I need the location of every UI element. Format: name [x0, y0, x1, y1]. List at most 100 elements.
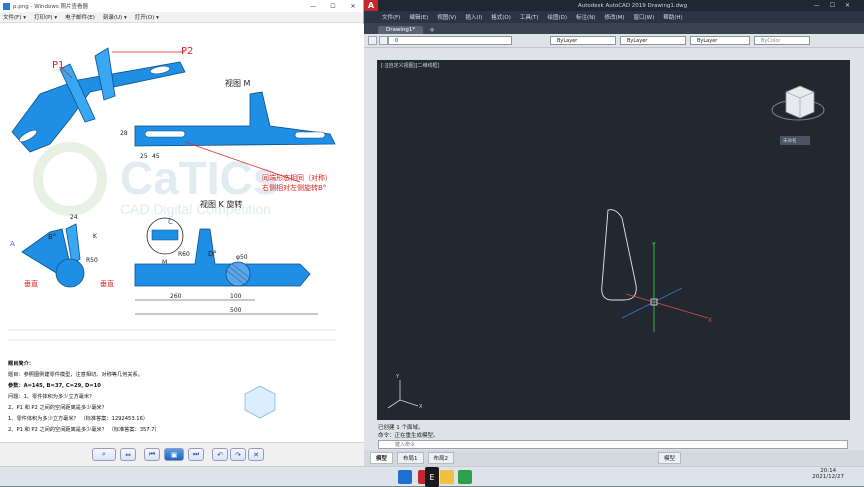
- viewcube[interactable]: [771, 85, 825, 121]
- label-p1: P1: [52, 60, 64, 71]
- slideshow-icon: ▣: [170, 450, 178, 459]
- photo-viewer-window: p.png - Windows 照片查看器 — ☐ ✕ 文件(F) ▾ 打印(P…: [0, 0, 364, 466]
- dim-45: 45: [152, 153, 160, 160]
- layer-value: 0: [395, 37, 399, 44]
- label-view-m: 视图 M: [225, 78, 251, 88]
- zoom-button[interactable]: ⌕: [92, 448, 116, 461]
- previous-button[interactable]: ⏮: [144, 448, 160, 461]
- start-button[interactable]: [398, 470, 412, 484]
- profile-shape: [601, 209, 637, 301]
- acad-menu-view[interactable]: 视图(V): [437, 13, 456, 21]
- acad-titlebar[interactable]: A Autodesk AutoCAD 2019 Drawing1.dwg —☐✕: [364, 0, 864, 11]
- autocad-logo-icon[interactable]: A: [364, 0, 378, 11]
- lineweight-value: ByLayer: [697, 37, 718, 44]
- next-icon: ⏭: [192, 450, 200, 458]
- acad-doc-tabs: Drawing1* +: [364, 23, 864, 34]
- dim-b: B°: [48, 233, 56, 241]
- clock-date: 2021/12/27: [812, 474, 844, 480]
- clock[interactable]: 20:14 2021/12/27: [812, 468, 844, 480]
- delete-button[interactable]: ✕: [248, 448, 264, 461]
- tab-drawing1[interactable]: Drawing1*: [378, 26, 424, 34]
- viewer-toolbar: ⌕ ⇔ ⏮ ▣ ⏭ ↶ ↷ ✕: [0, 442, 364, 466]
- info-params: 参数：A=145, B=37, C=29, D=10: [8, 383, 101, 389]
- label-vertical-2: 垂直: [100, 279, 114, 288]
- cmd-history-2: 命令：正在重生成模型。: [378, 433, 439, 439]
- modify-toolbar: [850, 60, 864, 420]
- acad-menubar: 文件(F) 编辑(E) 视图(V) 插入(I) 格式(O) 工具(T) 绘图(D…: [364, 11, 864, 23]
- dim-m: M: [162, 259, 167, 266]
- acad-menu-tools[interactable]: 工具(T): [520, 13, 539, 21]
- status-model[interactable]: 模型: [658, 452, 682, 464]
- acad-toolbar-properties: 0 ByLayer ByLayer ByLayer ByColor: [364, 34, 864, 47]
- close-button[interactable]: ✕: [343, 0, 363, 12]
- acad-menu-modify[interactable]: 修改(M): [604, 13, 624, 21]
- menu-open[interactable]: 打开(O) ▾: [135, 13, 159, 21]
- draw-toolbar: [364, 60, 377, 420]
- acad-menu-format[interactable]: 格式(O): [491, 13, 511, 21]
- rotate-right-button[interactable]: ↷: [230, 448, 246, 461]
- image-canvas: CaTICs CAD Digital Competition P1 P2 视图 …: [0, 24, 364, 442]
- menu-print[interactable]: 打印(P) ▾: [34, 13, 57, 21]
- new-tab-button[interactable]: +: [425, 26, 439, 34]
- minimize-button[interactable]: —: [303, 0, 323, 12]
- menu-email[interactable]: 电子邮件(E): [65, 13, 95, 21]
- acad-menu-help[interactable]: 帮助(H): [663, 13, 682, 21]
- acad-menu-insert[interactable]: 插入(I): [465, 13, 482, 21]
- info-intro: 题目简介：: [8, 361, 34, 367]
- watermark-subtext: CAD Digital Competition: [120, 201, 271, 217]
- lineweight-combo[interactable]: ByLayer: [690, 36, 750, 45]
- linetype-combo[interactable]: ByLayer: [620, 36, 686, 45]
- label-view-k: 视图 K 旋转: [200, 199, 242, 209]
- dim-phi50: φ50: [236, 254, 248, 261]
- ime-indicator[interactable]: E: [425, 467, 439, 487]
- acad-window-controls[interactable]: —☐✕: [814, 2, 860, 9]
- color-combo[interactable]: ByLayer: [550, 36, 616, 45]
- layer-properties-icon[interactable]: [368, 36, 377, 45]
- label-vertical-1: 垂直: [24, 279, 38, 288]
- viewport-label[interactable]: [-][自定义视图][二维线框]: [381, 62, 440, 69]
- acad-menu-draw[interactable]: 绘图(D): [548, 13, 568, 21]
- slideshow-button[interactable]: ▣: [164, 448, 184, 461]
- dim-28: 28: [120, 130, 128, 137]
- viewcube-label: 未命名: [783, 137, 797, 144]
- acad-menu-dimension[interactable]: 标注(N): [576, 13, 595, 21]
- command-placeholder: 键入命令: [395, 442, 416, 448]
- command-input[interactable]: 键入命令: [378, 440, 848, 449]
- rotate-left-button[interactable]: ↶: [212, 448, 228, 461]
- viewer-title: p.png - Windows 照片查看器: [13, 4, 88, 10]
- taskbar-explorer[interactable]: [440, 470, 454, 484]
- dim-24: 24: [70, 214, 78, 221]
- search-icon: ⌕: [102, 450, 106, 458]
- acad-menu-window[interactable]: 窗口(W): [634, 13, 655, 21]
- tab-model[interactable]: 模型: [370, 452, 394, 464]
- info-question2: 2、P1 和 P2 之间的空间距离是多少毫米？: [8, 405, 107, 411]
- ucs-x-axis: [653, 301, 709, 319]
- cmd-history-1: 已创建 1 个面域。: [378, 425, 424, 431]
- dim-260: 260: [170, 293, 182, 300]
- viewer-titlebar[interactable]: p.png - Windows 照片查看器 — ☐ ✕: [0, 0, 363, 12]
- acad-menu-edit[interactable]: 编辑(E): [409, 13, 428, 21]
- fit-button[interactable]: ⇔: [120, 448, 136, 461]
- drawing-area[interactable]: [-][自定义视图][二维线框] Y X Y X 未命名: [378, 60, 850, 420]
- taskbar-app-green[interactable]: [458, 470, 472, 484]
- maximize-button[interactable]: ☐: [323, 0, 343, 12]
- menu-burn[interactable]: 刻录(U) ▾: [103, 13, 127, 21]
- menu-file[interactable]: 文件(F) ▾: [3, 13, 26, 21]
- axis-x-label: X: [708, 317, 712, 324]
- tab-layout2[interactable]: 布局2: [427, 452, 455, 464]
- layer-combo[interactable]: 0: [388, 36, 512, 45]
- taskbar: E 20:14 2021/12/27: [0, 466, 864, 487]
- info-title: 题目：参照图例建零件模型，注意相切、对称等几何关系。: [8, 372, 143, 378]
- plotstyle-combo[interactable]: ByColor: [754, 36, 810, 45]
- layer-state-icon[interactable]: [379, 36, 388, 45]
- tab-layout1[interactable]: 布局1: [397, 452, 424, 464]
- plotstyle-value: ByColor: [761, 37, 781, 44]
- next-button[interactable]: ⏭: [188, 448, 204, 461]
- photo-app-icon: [3, 2, 10, 10]
- watermark-logo: [33, 142, 107, 216]
- acad-menu-file[interactable]: 文件(F): [382, 13, 400, 21]
- info-answer1: 1、零件体积为多少立方毫米？ （标准答案：1292453.16）: [8, 416, 149, 422]
- layout-tabs: 模型 布局1 布局2 模型: [364, 450, 864, 466]
- viewer-menubar: 文件(F) ▾ 打印(P) ▾ 电子邮件(E) 刻录(U) ▾ 打开(O) ▾: [0, 12, 363, 23]
- linetype-value: ByLayer: [627, 37, 648, 44]
